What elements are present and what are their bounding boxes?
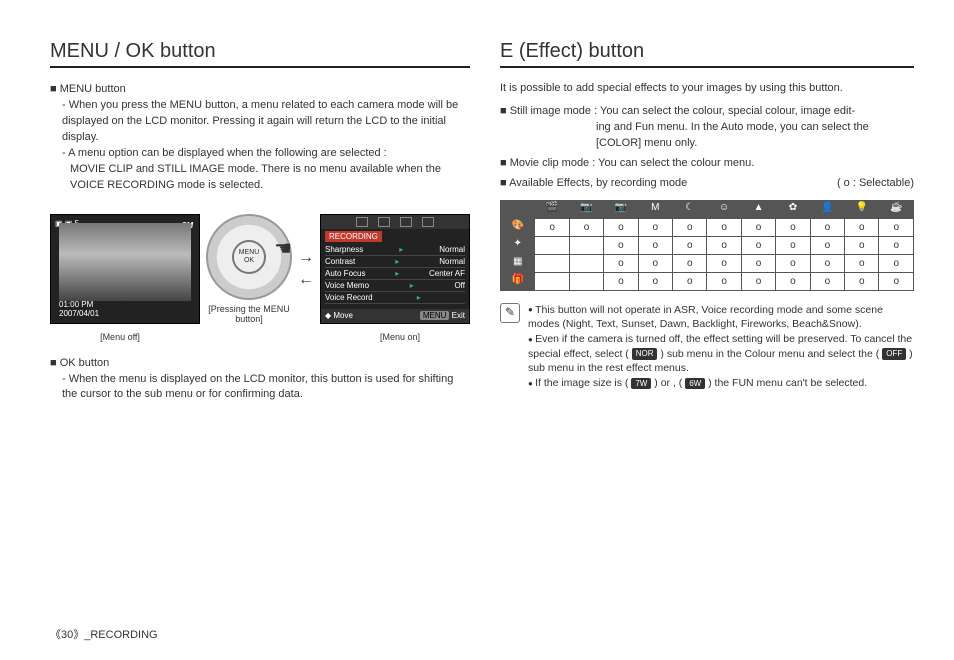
movie-mode-line: Movie clip mode : You can select the col… [500,156,914,172]
note-1: This button will not operate in ASR, Voi… [528,303,914,332]
note-3: If the image size is ( 7W ) or , ( 6W ) … [528,376,914,391]
effects-table: 🎬 📷 📷 M ☾ ☺ ▲ ✿ 👤 💡 ☕ 🎨 ✦ ▦ 🎁 [500,200,914,291]
lcd2-section-label: RECORDING [325,231,382,242]
arrow-left-icon: ← [298,271,314,289]
size-6w-icon: 6W [685,378,705,389]
dial-caption: [Pressing the MENU button] [206,304,292,324]
footer-section: _RECORDING [84,629,157,641]
lcd2-tab-icons [321,215,469,229]
caption-menu-on: [Menu on] [330,332,470,342]
lcd-menu-off: ▣ ▣ 5 8M 01:00 PM 2007/04/01 [50,214,200,324]
col-person-icon: 👤 [810,200,844,218]
corner-cell [501,200,535,218]
still-mode-cont: ing and Fun menu. In the Auto mode, you … [596,120,914,152]
table-row: 🎁 [501,272,914,290]
lcd1-photo [59,223,191,301]
effect-intro: It is possible to add special effects to… [500,82,914,94]
col-night-icon: ☾ [673,200,707,218]
menu-row: Contrast▸Normal [325,256,465,268]
col-macro-icon: ✿ [776,200,810,218]
table-row: 🎨 [501,218,914,236]
right-title: E (Effect) button [500,40,914,68]
dial-label-ok: OK [244,257,254,265]
page-number: 30 [50,629,84,641]
col-portrait-icon: ☺ [707,200,741,218]
lcd2-foot-move: Move [333,311,353,320]
menu-para-2b: MOVIE CLIP and STILL IMAGE mode. There i… [70,162,470,194]
lcd2-foot-exit: Exit [452,311,465,320]
lcd2-foot-menu: MENU [420,311,450,320]
menu-button-heading: MENU button [50,82,470,98]
figure-row: ▣ ▣ 5 8M 01:00 PM 2007/04/01 MENU OK ☚ [50,214,470,324]
row-imageadj-icon: ▦ [501,254,535,272]
col-camera-p-icon: 📷 [604,200,638,218]
col-camera-icon: 📷 [569,200,603,218]
available-effects-line: Available Effects, by recording mode ( o… [500,176,914,192]
menu-para-1: When you press the MENU button, a menu r… [62,98,470,146]
left-column: MENU / OK button MENU button When you pr… [50,40,470,590]
menu-row: Voice Memo▸Off [325,280,465,292]
dial-label-menu: MENU [239,249,260,257]
note-2: Even if the camera is turned off, the ef… [528,332,914,376]
note-box: ✎ This button will not operate in ASR, V… [500,303,914,391]
hand-icon: ☚ [274,236,292,261]
table-row: ▦ [501,254,914,272]
size-7w-icon: 7W [631,378,651,389]
menu-para-2a: A menu option can be displayed when the … [62,146,470,162]
col-manual-icon: M [638,200,672,218]
transition-arrows: → ← [298,249,314,289]
col-landscape-icon: ▲ [741,200,775,218]
row-palette-icon: 🎨 [501,218,535,236]
nor-tag-icon: NOR [632,348,658,359]
ok-para: When the menu is displayed on the LCD mo… [62,372,470,404]
menu-row: Auto Focus▸Center AF [325,268,465,280]
left-title: MENU / OK button [50,40,470,68]
arrow-right-icon: → [298,249,314,267]
note-icon: ✎ [500,303,520,323]
ok-button-heading: OK button [50,356,470,372]
lcd1-timestamp: 01:00 PM 2007/04/01 [59,301,99,319]
row-fun-icon: 🎁 [501,272,535,290]
col-bulb-icon: 💡 [845,200,879,218]
off-tag-icon: OFF [882,348,906,359]
figure-captions: [Menu off] [Menu on] [50,332,470,342]
table-row: ✦ [501,236,914,254]
col-movie-icon: 🎬 [535,200,569,218]
menu-row: Sharpness▸Normal [325,244,465,256]
row-sparkle-icon: ✦ [501,236,535,254]
menu-row: Voice Record▸ [325,292,465,304]
caption-menu-off: [Menu off] [50,332,190,342]
table-header-row: 🎬 📷 📷 M ☾ ☺ ▲ ✿ 👤 💡 ☕ [501,200,914,218]
col-food-icon: ☕ [879,200,914,218]
page-footer: 30_RECORDING [50,626,158,642]
dial-figure: MENU OK ☚ [Pressing the MENU button] [206,214,292,324]
selectable-legend: ( o : Selectable) [837,176,914,192]
right-column: E (Effect) button It is possible to add … [500,40,914,590]
still-mode-line: Still image mode : You can select the co… [500,104,914,120]
lcd-menu-on: RECORDING Sharpness▸Normal Contrast▸Norm… [320,214,470,324]
